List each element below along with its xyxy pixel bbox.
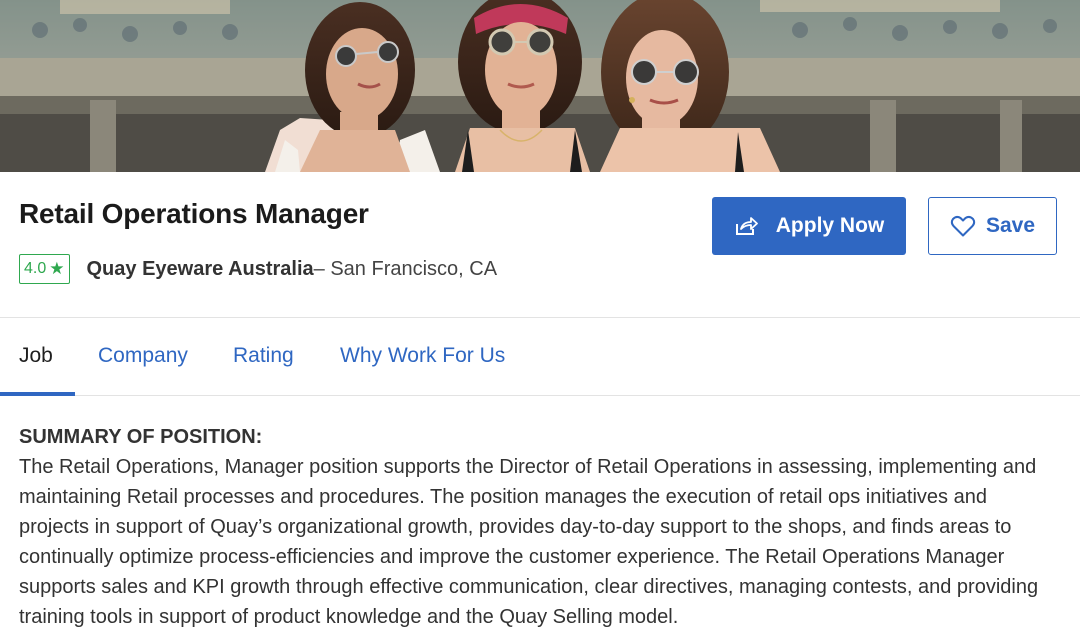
company-name[interactable]: Quay Eyeware Australia: [87, 258, 314, 281]
save-button[interactable]: Save: [928, 197, 1057, 255]
rating-value: 4.0: [24, 260, 47, 277]
apply-now-button[interactable]: Apply Now: [712, 197, 906, 255]
rating-badge: 4.0 ★: [19, 254, 70, 284]
tab-bar: Job Company Rating Why Work For Us: [0, 318, 1080, 396]
job-header: Retail Operations Manager 4.0 ★ Quay Eye…: [0, 172, 1080, 318]
tab-why-work-for-us[interactable]: Why Work For Us: [340, 344, 505, 368]
job-title: Retail Operations Manager: [19, 198, 369, 229]
save-label: Save: [985, 214, 1036, 237]
share-arrow-icon: [734, 215, 758, 237]
star-icon: ★: [49, 259, 65, 278]
company-row: 4.0 ★ Quay Eyeware Australia – San Franc…: [19, 254, 497, 284]
hero-banner-image: [0, 0, 1080, 172]
apply-now-label: Apply Now: [775, 214, 885, 237]
hero-photo: [0, 0, 1080, 172]
active-tab-indicator: [0, 392, 75, 396]
job-location: – San Francisco, CA: [313, 257, 498, 280]
heart-icon: [950, 214, 976, 238]
tab-company[interactable]: Company: [98, 344, 188, 368]
tab-job[interactable]: Job: [19, 344, 53, 368]
tab-rating[interactable]: Rating: [233, 344, 294, 368]
job-description: SUMMARY OF POSITION: The Retail Operatio…: [0, 396, 1080, 632]
summary-heading: SUMMARY OF POSITION:: [19, 426, 263, 448]
summary-body: The Retail Operations, Manager position …: [19, 456, 1039, 628]
